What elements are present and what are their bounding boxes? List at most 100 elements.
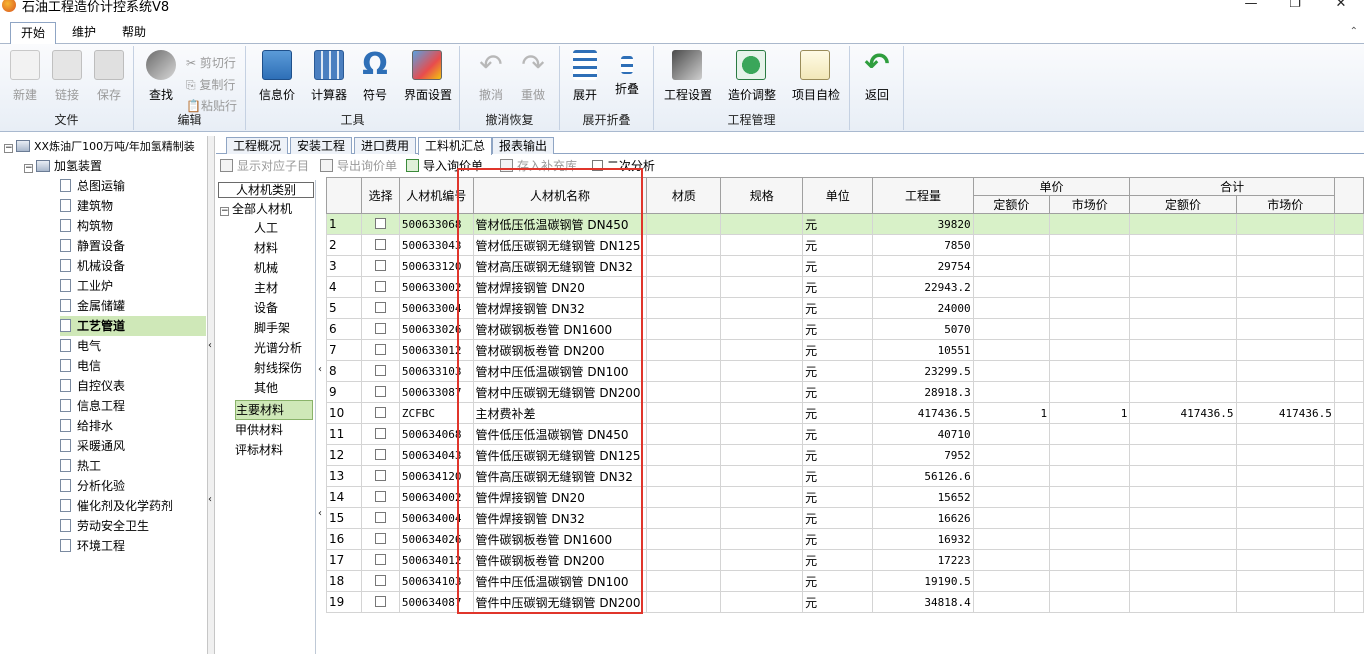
row-checkbox[interactable] xyxy=(375,344,387,355)
total-market-cell[interactable] xyxy=(1235,486,1335,508)
material-cell[interactable] xyxy=(646,486,722,508)
tree-item[interactable]: 电信 xyxy=(60,356,101,376)
unit-cell[interactable]: 元 xyxy=(802,444,874,466)
row-checkbox[interactable] xyxy=(375,596,387,607)
material-cell[interactable] xyxy=(646,276,722,298)
qty-cell[interactable]: 16626 xyxy=(872,507,974,529)
total-quota-cell[interactable] xyxy=(1129,591,1237,613)
col-header-name[interactable]: 人材机名称 xyxy=(472,177,648,214)
col-header-material[interactable]: 材质 xyxy=(646,177,722,214)
spec-cell[interactable] xyxy=(720,360,804,382)
spec-cell[interactable] xyxy=(720,318,804,340)
unit-cell[interactable]: 元 xyxy=(802,465,874,487)
market-price-cell[interactable] xyxy=(1049,444,1131,466)
unit-cell[interactable]: 元 xyxy=(802,507,874,529)
find-button[interactable]: 查找 xyxy=(138,50,184,103)
save-lib-button[interactable]: 存入补充库 xyxy=(500,157,577,174)
spec-cell[interactable] xyxy=(720,570,804,592)
quota-price-cell[interactable] xyxy=(972,444,1051,466)
menu-tab-start[interactable]: 开始 xyxy=(10,22,57,45)
checkbox[interactable] xyxy=(592,160,603,171)
category-item[interactable]: 机械 xyxy=(254,258,278,278)
category-item[interactable]: 主材 xyxy=(254,278,278,298)
col-header-unit[interactable]: 单位 xyxy=(802,177,874,214)
total-quota-cell[interactable] xyxy=(1129,549,1237,571)
tab-import-cost[interactable]: 进口费用 xyxy=(354,137,417,154)
tree-item[interactable]: 信息工程 xyxy=(60,396,125,416)
quota-price-cell[interactable] xyxy=(972,213,1051,235)
quota-price-cell[interactable] xyxy=(972,591,1051,613)
tree-item[interactable]: 总图运输 xyxy=(60,176,125,196)
col-header-qty[interactable]: 工程量 xyxy=(872,177,974,214)
col-header-total-quota[interactable]: 定额价 xyxy=(1129,195,1237,214)
material-cell[interactable] xyxy=(646,591,722,613)
symbol-button[interactable]: Ω 符号 xyxy=(352,50,398,103)
select-cell[interactable] xyxy=(361,507,400,529)
unit-cell[interactable]: 元 xyxy=(802,318,874,340)
spec-cell[interactable] xyxy=(720,276,804,298)
qty-cell[interactable]: 17223 xyxy=(872,549,974,571)
category-item[interactable]: 主要材料 xyxy=(235,400,313,420)
select-cell[interactable] xyxy=(361,276,400,298)
quota-price-cell[interactable] xyxy=(972,507,1051,529)
total-quota-cell[interactable] xyxy=(1129,444,1237,466)
collapse-button[interactable]: 折叠 xyxy=(604,50,650,97)
col-header-total-market[interactable]: 市场价 xyxy=(1235,195,1335,214)
total-quota-cell[interactable] xyxy=(1129,570,1237,592)
row-checkbox[interactable] xyxy=(375,449,387,460)
tree-item[interactable]: 劳动安全卫生 xyxy=(60,516,149,536)
select-cell[interactable] xyxy=(361,444,400,466)
table-row[interactable]: 7 500633012 管材碳钢板卷管 DN200 元 10551 xyxy=(326,339,1364,361)
tree-item[interactable]: 构筑物 xyxy=(60,216,113,236)
table-row[interactable]: 11 500634068 管件低压低温碳钢管 DN450 元 40710 xyxy=(326,423,1364,445)
category-item[interactable]: 脚手架 xyxy=(254,318,290,338)
col-header-spec[interactable]: 规格 xyxy=(720,177,804,214)
total-market-cell[interactable] xyxy=(1235,591,1335,613)
ui-settings-button[interactable]: 界面设置 xyxy=(404,50,452,103)
spec-cell[interactable] xyxy=(720,339,804,361)
info-price-button[interactable]: 信息价 xyxy=(254,50,300,103)
col-header-quota-price[interactable]: 定额价 xyxy=(972,195,1051,214)
tree-item[interactable]: 金属储罐 xyxy=(60,296,125,316)
select-cell[interactable] xyxy=(361,423,400,445)
name-cell[interactable]: 主材费补差 xyxy=(472,402,648,424)
spec-cell[interactable] xyxy=(720,591,804,613)
material-cell[interactable] xyxy=(646,318,722,340)
name-cell[interactable]: 管材中压低温碳钢管 DN100 xyxy=(472,360,648,382)
spec-cell[interactable] xyxy=(720,528,804,550)
tab-report-output[interactable]: 报表输出 xyxy=(492,137,555,154)
copy-row-button[interactable]: ⎘ 复制行 xyxy=(186,76,235,93)
total-market-cell[interactable] xyxy=(1235,465,1335,487)
quota-price-cell[interactable] xyxy=(972,549,1051,571)
total-quota-cell[interactable] xyxy=(1129,486,1237,508)
select-cell[interactable] xyxy=(361,570,400,592)
redo-button[interactable]: ↷ 重做 xyxy=(510,50,556,103)
market-price-cell[interactable] xyxy=(1049,360,1131,382)
quota-price-cell[interactable] xyxy=(972,570,1051,592)
spec-cell[interactable] xyxy=(720,234,804,256)
quota-price-cell[interactable] xyxy=(972,381,1051,403)
qty-cell[interactable]: 24000 xyxy=(872,297,974,319)
total-market-cell[interactable] xyxy=(1235,234,1335,256)
expand-button[interactable]: 展开 xyxy=(562,50,608,103)
unit-cell[interactable]: 元 xyxy=(802,213,874,235)
name-cell[interactable]: 管材高压碳钢无缝钢管 DN32 xyxy=(472,255,648,277)
category-item[interactable]: 设备 xyxy=(254,298,278,318)
collapse-icon[interactable]: − xyxy=(220,207,229,216)
qty-cell[interactable]: 56126.6 xyxy=(872,465,974,487)
unit-cell[interactable]: 元 xyxy=(802,381,874,403)
select-cell[interactable] xyxy=(361,381,400,403)
qty-cell[interactable]: 15652 xyxy=(872,486,974,508)
code-cell[interactable]: 500634120 xyxy=(398,465,474,487)
spec-cell[interactable] xyxy=(720,444,804,466)
name-cell[interactable]: 管材焊接钢管 DN32 xyxy=(472,297,648,319)
market-price-cell[interactable] xyxy=(1049,213,1131,235)
material-cell[interactable] xyxy=(646,360,722,382)
total-quota-cell[interactable] xyxy=(1129,423,1237,445)
unit-cell[interactable]: 元 xyxy=(802,423,874,445)
row-checkbox[interactable] xyxy=(375,575,387,586)
unit-cell[interactable]: 元 xyxy=(802,402,874,424)
total-market-cell[interactable] xyxy=(1235,318,1335,340)
category-item[interactable]: 评标材料 xyxy=(235,440,283,460)
quota-price-cell[interactable] xyxy=(972,465,1051,487)
